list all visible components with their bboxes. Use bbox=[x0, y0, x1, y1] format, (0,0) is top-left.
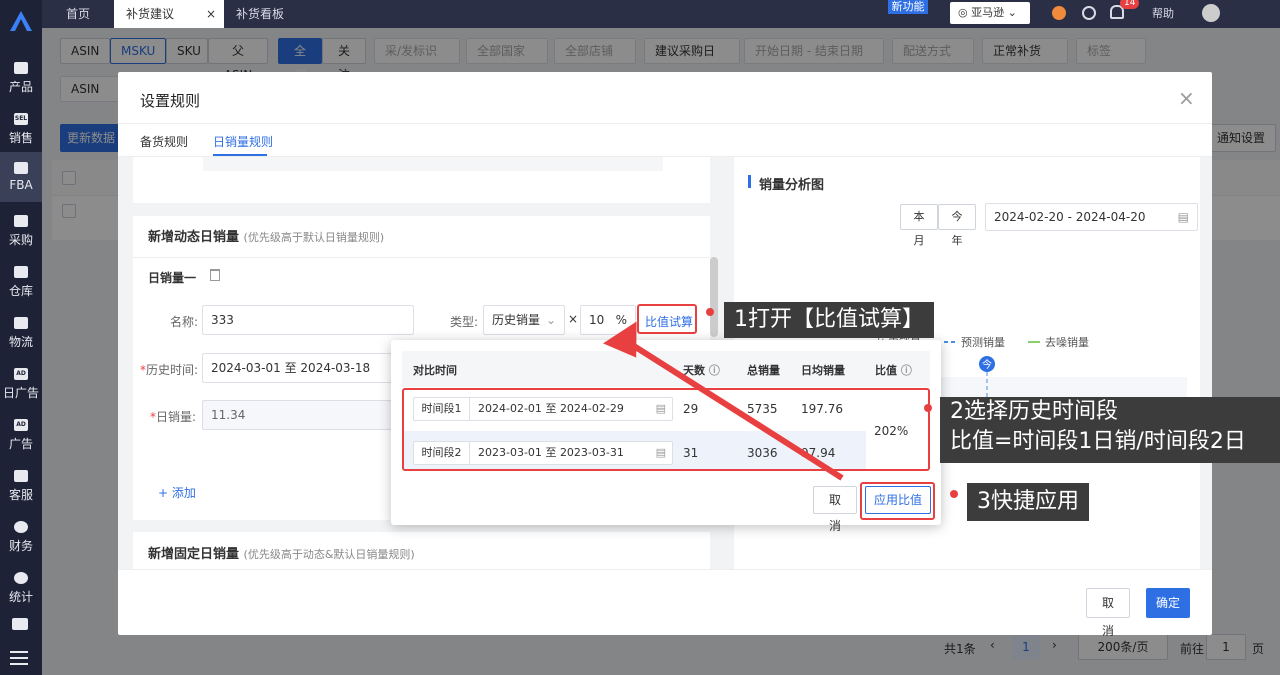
callout-step2: 2选择历史时间段 比值=时间段1日销/时间段2日 bbox=[940, 397, 1280, 463]
callout-step2-line1: 2选择历史时间段 bbox=[950, 399, 1118, 424]
callout-step1: 1打开【比值试算】 bbox=[724, 302, 934, 338]
callout-dot bbox=[706, 308, 714, 316]
annotation-arrow bbox=[603, 321, 844, 481]
callout-dot bbox=[950, 490, 958, 498]
callout-step2-line2: 比值=时间段1日销/时间段2日 bbox=[950, 429, 1246, 454]
callout-step3: 3快捷应用 bbox=[967, 483, 1089, 521]
callout-dot bbox=[924, 404, 932, 412]
